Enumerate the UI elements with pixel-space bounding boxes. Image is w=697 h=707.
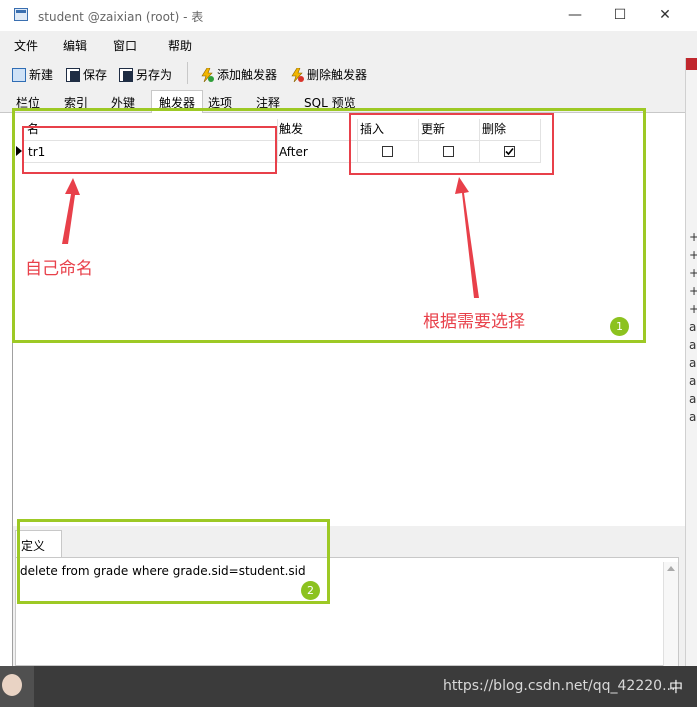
scroll-up-icon[interactable] <box>667 566 675 571</box>
annotation-green-box-2 <box>17 519 330 604</box>
background-window-strip: + + + + + a a a a a a <box>685 58 697 667</box>
watermark-url: https://blog.csdn.net/qq_42220... <box>443 678 676 694</box>
background-glyph: + <box>689 300 697 318</box>
background-glyph: a <box>689 338 697 352</box>
app-avatar-icon <box>2 674 22 696</box>
annotation-name-hint: 自己命名 <box>25 259 93 279</box>
background-glyph: + <box>689 264 697 282</box>
background-glyph: a <box>689 356 697 370</box>
background-glyph-column: + + + + + a a a a a a <box>689 228 697 426</box>
background-glyph: a <box>689 320 697 334</box>
background-red-tab <box>686 58 697 70</box>
badge-2: 2 <box>301 581 320 600</box>
background-glyph: a <box>689 374 697 388</box>
background-glyph: + <box>689 228 697 246</box>
badge-1: 1 <box>610 317 629 336</box>
annotation-select-hint: 根据需要选择 <box>423 312 525 332</box>
background-glyph: + <box>689 282 697 300</box>
background-glyph: a <box>689 410 697 424</box>
ime-indicator[interactable]: 中 <box>669 677 683 697</box>
taskbar-app-button[interactable] <box>0 666 34 707</box>
arrow-to-name-icon <box>62 178 80 244</box>
background-glyph: + <box>689 246 697 264</box>
arrow-to-events-icon <box>455 177 479 298</box>
background-glyph: a <box>689 392 697 406</box>
editor-scrollbar[interactable] <box>663 562 678 666</box>
